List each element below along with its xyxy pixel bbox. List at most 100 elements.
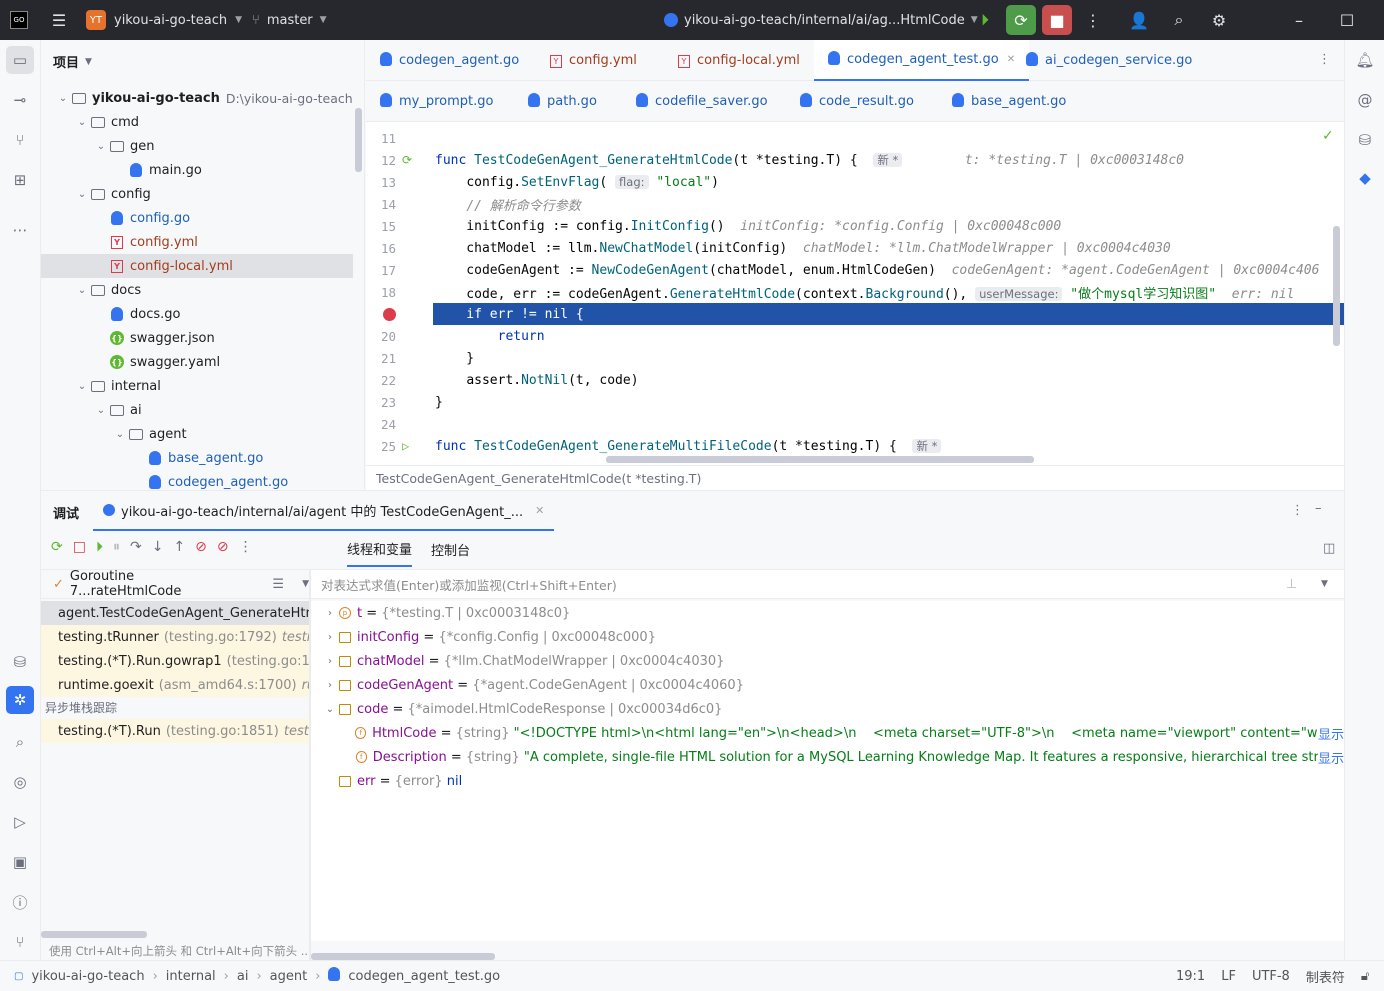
chevron-down-icon[interactable]: ⌄: [93, 141, 109, 152]
branch-switcher[interactable]: ⑂ master ▼: [252, 0, 327, 40]
run-test-gutter-icon[interactable]: ▷: [402, 439, 409, 453]
pull-request-icon[interactable]: ⑂: [6, 126, 34, 154]
variable-row[interactable]: f Description = {string} "A complete, sin…: [311, 745, 1344, 769]
breadcrumb-item[interactable]: codegen_agent_test.go: [348, 969, 500, 984]
goroutine-selector[interactable]: ✓ Goroutine 7...rateHtmlCode ☰ ▼: [41, 569, 309, 599]
rerun-icon[interactable]: ⟳: [51, 539, 63, 555]
stack-frame[interactable]: testing.(*T).Run(testing.go:1851)testing: [41, 719, 309, 743]
editor-tab[interactable]: Yconfig-local.yml: [664, 40, 814, 81]
no-problems-check-icon[interactable]: ✓: [1322, 128, 1334, 144]
frames-scrollbar[interactable]: [41, 931, 147, 938]
editor-tab[interactable]: ai_codegen_service.go: [1012, 40, 1206, 81]
chevron-down-icon[interactable]: ⌄: [112, 429, 128, 440]
layout-icon[interactable]: ◫: [1323, 541, 1335, 556]
editor-tab[interactable]: codegen_agent_test.go ✕: [814, 40, 1030, 81]
tree-item-folder[interactable]: ⌄ cmd: [41, 110, 353, 134]
debug-rerun-button[interactable]: ⟳: [1006, 5, 1036, 35]
chevron-down-icon[interactable]: ▼: [1321, 579, 1328, 589]
tree-root[interactable]: ⌄ yikou-ai-go-teach D:\yikou-ai-go-teach: [55, 86, 353, 110]
chevron-down-icon[interactable]: ⌄: [321, 704, 339, 715]
database-icon[interactable]: ⛁: [6, 648, 34, 676]
editor-breadcrumb[interactable]: TestCodeGenAgent_GenerateHtmlCode(t *tes…: [366, 465, 1344, 490]
tree-item-json[interactable]: {} swagger.json: [41, 326, 353, 350]
variable-row[interactable]: f HtmlCode = {string} "<!DOCTYPE html>\n<…: [311, 721, 1344, 745]
breakpoint-icon[interactable]: [383, 307, 396, 321]
variable-row[interactable]: › codeGenAgent = {*agent.CodeGenAgent | 0…: [311, 673, 1344, 697]
step-out-icon[interactable]: ↑: [173, 539, 185, 555]
terminal-icon[interactable]: ▣: [6, 848, 34, 876]
chevron-down-icon[interactable]: ⌄: [74, 381, 90, 392]
database-icon[interactable]: ⛁: [1351, 126, 1379, 154]
goland-logo-icon[interactable]: GO: [10, 11, 28, 29]
lock-icon[interactable]: 🔓︎: [1361, 969, 1369, 984]
editor-tab[interactable]: codegen_agent.go: [366, 40, 533, 81]
tree-scrollbar[interactable]: [355, 108, 362, 172]
stop-icon[interactable]: □: [73, 539, 86, 555]
more-icon[interactable]: ⋮: [239, 539, 253, 555]
tree-item-folder[interactable]: ⌄ ai: [41, 398, 353, 422]
tab-console[interactable]: 控制台: [431, 531, 470, 567]
chevron-down-icon[interactable]: ⌄: [74, 117, 90, 128]
project-view-selector[interactable]: 项目 ▼: [53, 52, 92, 71]
add-watch-icon[interactable]: ⊥: [1286, 577, 1297, 592]
editor-tab[interactable]: Yconfig.yml: [536, 40, 651, 81]
tree-item-json[interactable]: {} swagger.yaml: [41, 350, 353, 374]
structure-icon[interactable]: ⊞: [6, 166, 34, 194]
variable-row[interactable]: › chatModel = {*llm.ChatModelWrapper | 0x…: [311, 649, 1344, 673]
tree-item-go[interactable]: base_agent.go: [41, 446, 353, 470]
tree-item-go[interactable]: config.go: [41, 206, 353, 230]
breadcrumb-item[interactable]: internal: [166, 969, 216, 984]
tree-item-yml[interactable]: Yconfig.yml: [41, 230, 353, 254]
settings-gear-icon[interactable]: ⚙: [1204, 5, 1234, 35]
variable-row[interactable]: › initConfig = {*config.Config | 0xc00048…: [311, 625, 1344, 649]
editor-tab[interactable]: codefile_saver.go: [622, 81, 782, 122]
more-icon[interactable]: ⋮: [1078, 5, 1108, 35]
evaluate-expression-input[interactable]: 对表达式求值(Enter)或添加监视(Ctrl+Shift+Enter) ⊥ ▼: [311, 569, 1344, 599]
editor-tab[interactable]: path.go: [514, 81, 611, 122]
debug-session-tab[interactable]: yikou-ai-go-teach/internal/ai/agent 中的 T…: [93, 491, 555, 531]
tree-item-folder[interactable]: ⌄ internal: [41, 374, 353, 398]
tree-item-folder[interactable]: ⌄ gen: [41, 134, 353, 158]
editor-tab[interactable]: base_agent.go: [938, 81, 1080, 122]
view-breakpoints-icon[interactable]: ⊘: [195, 539, 207, 555]
copilot-icon[interactable]: ◆: [1351, 164, 1379, 192]
chevron-down-icon[interactable]: ⌄: [74, 189, 90, 200]
show-full-value-link[interactable]: 显示: [1318, 724, 1344, 743]
more-tabs-icon[interactable]: ⋮: [1318, 52, 1331, 67]
chevron-right-icon[interactable]: ›: [321, 680, 339, 691]
main-menu-icon[interactable]: ☰: [44, 5, 74, 35]
pause-icon[interactable]: ⏸: [113, 539, 120, 555]
stack-frame[interactable]: runtime.goexit(asm_amd64.s:1700) runtime: [41, 673, 309, 697]
step-over-icon[interactable]: ↷: [130, 539, 142, 555]
editor-tab[interactable]: my_prompt.go: [366, 81, 507, 122]
problems-icon[interactable]: ⓘ: [6, 888, 34, 916]
tree-item-folder[interactable]: ⌄ config: [41, 182, 353, 206]
chevron-right-icon[interactable]: ›: [321, 632, 339, 643]
tree-item-folder[interactable]: ⌄ docs: [41, 278, 353, 302]
indent-setting[interactable]: 制表符: [1306, 967, 1345, 986]
run-icon[interactable]: ▷: [6, 808, 34, 836]
variable-row[interactable]: err = {error} nil: [311, 769, 1344, 793]
close-icon[interactable]: ✕: [535, 504, 544, 517]
resume-icon[interactable]: ⏵: [96, 539, 103, 555]
tree-item-folder[interactable]: ⌄ agent: [41, 422, 353, 446]
add-user-icon[interactable]: 👤: [1124, 5, 1154, 35]
search-icon[interactable]: ⌕: [1164, 5, 1194, 35]
resume-icon[interactable]: ⏵: [970, 5, 1000, 35]
caret-position[interactable]: 19:1: [1176, 969, 1205, 984]
file-encoding[interactable]: UTF-8: [1252, 969, 1290, 984]
maximize-icon[interactable]: ☐: [1332, 5, 1362, 35]
commit-icon[interactable]: ⊸: [6, 86, 34, 114]
project-switcher[interactable]: YT yikou-ai-go-teach ▼: [86, 0, 242, 40]
search-icon[interactable]: ⌕: [6, 728, 34, 756]
tree-item-yml[interactable]: Yconfig-local.yml: [41, 254, 353, 278]
variable-row[interactable]: ⌄ code = {*aimodel.HtmlCodeResponse | 0xc…: [311, 697, 1344, 721]
chevron-down-icon[interactable]: ⌄: [74, 285, 90, 296]
stack-frame[interactable]: agent.TestCodeGenAgent_GenerateHtmlCode: [41, 601, 309, 625]
variables-scrollbar[interactable]: [311, 953, 495, 960]
git-icon[interactable]: ⑂: [6, 928, 34, 956]
code-editor[interactable]: 11 12 ⟳ func TestCodeGenAgent_GenerateHt…: [366, 122, 1344, 462]
tree-item-go[interactable]: docs.go: [41, 302, 353, 326]
run-config-selector[interactable]: yikou-ai-go-teach/internal/ai/ag...HtmlC…: [664, 0, 978, 40]
notifications-bell-icon[interactable]: 🔔︎: [1351, 46, 1379, 74]
